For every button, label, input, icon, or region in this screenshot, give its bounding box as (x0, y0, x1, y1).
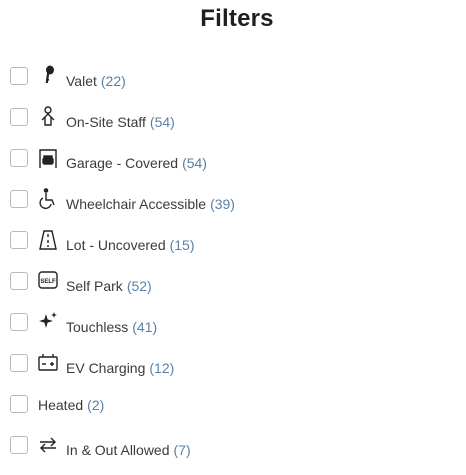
checkbox[interactable] (10, 272, 28, 290)
filter-label: EV Charging (12) (66, 360, 175, 376)
filter-item-in-out-allowed[interactable]: In & Out Allowed (7) (10, 434, 450, 475)
filter-item-heated[interactable]: Heated (2) (10, 393, 450, 434)
sparkle-icon (38, 311, 58, 333)
filter-label: Touchless (41) (66, 319, 158, 335)
filter-item-self-park[interactable]: SELF Self Park (52) (10, 270, 450, 311)
checkbox[interactable] (10, 67, 28, 85)
checkbox[interactable] (10, 190, 28, 208)
filter-item-wheelchair-accessible[interactable]: Wheelchair Accessible (39) (10, 188, 450, 229)
checkbox[interactable] (10, 108, 28, 126)
road-icon (38, 229, 58, 251)
filter-label: Heated (2) (38, 397, 105, 413)
checkbox[interactable] (10, 313, 28, 331)
filter-item-on-site-staff[interactable]: On-Site Staff (54) (10, 106, 450, 147)
key-icon (38, 65, 58, 87)
filter-item-valet[interactable]: Valet (22) (10, 65, 450, 106)
filter-label: Lot - Uncovered (15) (66, 237, 195, 253)
filter-item-lot-uncovered[interactable]: Lot - Uncovered (15) (10, 229, 450, 270)
checkbox[interactable] (10, 354, 28, 372)
filter-item-touchless[interactable]: Touchless (41) (10, 311, 450, 352)
battery-icon (38, 352, 58, 374)
page-title: Filters (200, 5, 274, 32)
garage-icon (38, 147, 58, 169)
filter-label: On-Site Staff (54) (66, 114, 175, 130)
filter-label: Wheelchair Accessible (39) (66, 196, 235, 212)
filter-label: Self Park (52) (66, 278, 152, 294)
wheelchair-icon (38, 188, 58, 210)
checkbox[interactable] (10, 436, 28, 454)
filter-label: Valet (22) (66, 73, 126, 89)
self-park-icon-text: SELF (40, 279, 56, 285)
filter-list: Valet (22) On-Site Staff (54) Garage - Cov… (10, 65, 450, 475)
checkbox[interactable] (10, 149, 28, 167)
person-icon (38, 106, 58, 128)
checkbox[interactable] (10, 231, 28, 249)
filter-label: In & Out Allowed (7) (66, 442, 191, 458)
self-park-icon: SELF (38, 270, 58, 292)
checkbox[interactable] (10, 395, 28, 413)
filter-item-garage-covered[interactable]: Garage - Covered (54) (10, 147, 450, 188)
filter-label: Garage - Covered (54) (66, 155, 207, 171)
filter-item-ev-charging[interactable]: EV Charging (12) (10, 352, 450, 393)
in-out-arrows-icon (38, 434, 58, 456)
